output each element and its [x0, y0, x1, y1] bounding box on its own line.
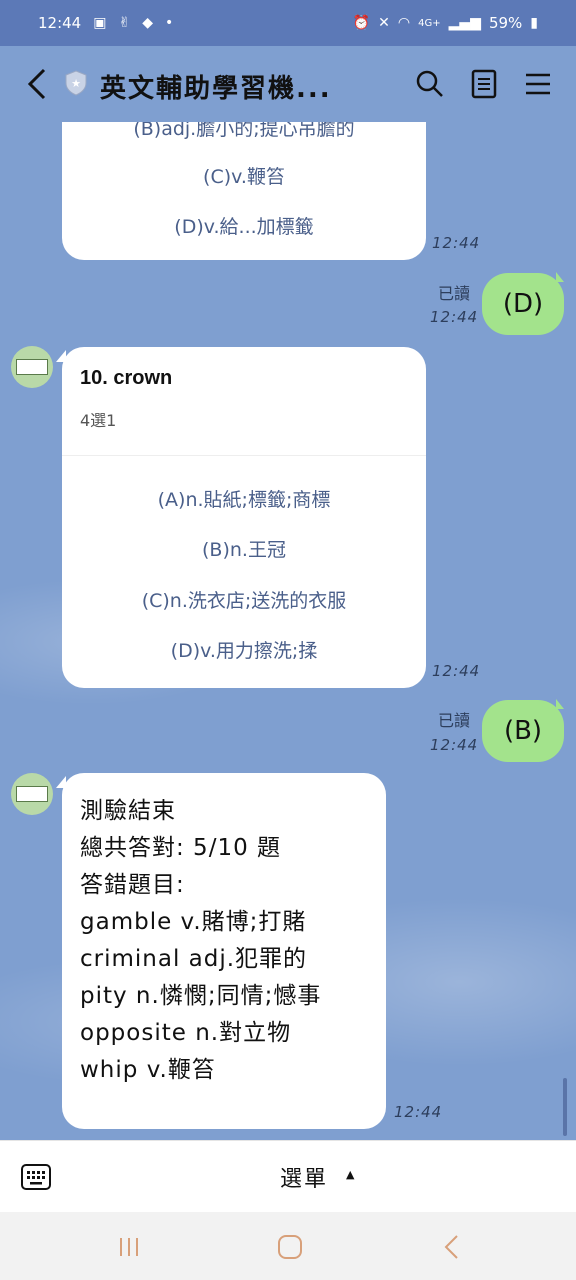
result-line: 總共答對: 5/10 題 — [80, 835, 282, 861]
notification-icon: ✌ — [118, 15, 131, 31]
keyboard-icon[interactable] — [20, 1161, 52, 1193]
option-c-button[interactable]: (C)n.洗衣店;送洗的衣服 — [62, 586, 426, 613]
scrollbar[interactable] — [563, 1078, 567, 1136]
status-bar: 12:44 ▣ ✌ ◆ • ⏰ ✕ ◠ 4G+ ▂▄▆ 59% ▮ — [0, 0, 576, 46]
back-icon[interactable] — [26, 66, 50, 102]
chat-header: ★ 英文輔助學習機... — [0, 46, 576, 122]
bot-avatar[interactable] — [11, 773, 53, 815]
option-button[interactable]: (D)v.給...加標籤 — [62, 212, 426, 239]
question-subtitle: 4選1 — [80, 411, 117, 430]
previous-question-bubble: (B)adj.膽小的;提心吊膽的 (C)v.鞭笞 (D)v.給...加標籤 — [62, 122, 426, 260]
option-b-button[interactable]: (B)n.王冠 — [62, 535, 426, 562]
result-line: pity n.憐憫;同情;憾事 — [80, 983, 322, 1009]
home-icon[interactable] — [275, 1232, 305, 1262]
signal-icon: ▂▄▆ — [448, 15, 481, 31]
user-reply-bubble: (B) — [482, 700, 564, 762]
battery-icon: ▮ — [530, 15, 538, 31]
read-receipt: 已讀 — [438, 284, 471, 303]
alarm-icon: ⏰ — [352, 15, 371, 31]
message-time: 12:44 — [430, 736, 479, 754]
network-label: 4G+ — [418, 17, 441, 29]
back-nav-icon[interactable] — [437, 1232, 467, 1262]
bubble-tail — [556, 272, 564, 282]
app-icon: ◆ — [142, 15, 153, 31]
message-time: 12:44 — [394, 1103, 443, 1121]
search-icon[interactable] — [414, 68, 446, 100]
option-d-button[interactable]: (D)v.用力擦洗;揉 — [62, 636, 426, 663]
question-title: 10. crown — [80, 367, 173, 389]
status-time: 12:44 — [38, 14, 82, 32]
divider — [62, 455, 426, 456]
caret-up-icon: ▲ — [346, 1168, 355, 1181]
gallery-icon: ▣ — [93, 15, 107, 31]
result-line: criminal adj.犯罪的 — [80, 946, 308, 972]
result-bubble: 測驗結束 總共答對: 5/10 題 答錯題目: gamble v.賭博;打賭 c… — [62, 773, 386, 1129]
result-line: gamble v.賭博;打賭 — [80, 909, 307, 935]
message-time: 12:44 — [430, 308, 479, 326]
bubble-tail — [556, 699, 564, 709]
question-bubble: 10. crown 4選1 (A)n.貼紙;標籤;商標 (B)n.王冠 (C)n… — [62, 347, 426, 688]
option-button[interactable]: (B)adj.膽小的;提心吊膽的 — [62, 122, 426, 141]
system-nav-bar — [0, 1212, 576, 1280]
shield-icon: ★ — [65, 70, 87, 96]
chat-area[interactable]: (B)adj.膽小的;提心吊膽的 (C)v.鞭笞 (D)v.給...加標籤 12… — [0, 122, 576, 1140]
result-line: 答錯題目: — [80, 872, 185, 898]
input-bar: 選單 ▲ — [0, 1140, 576, 1212]
notes-icon[interactable] — [468, 68, 500, 100]
wifi-icon: ◠ — [397, 15, 411, 31]
mute-icon: ✕ — [378, 15, 390, 31]
result-line: whip v.鞭笞 — [80, 1057, 216, 1083]
message-time: 12:44 — [432, 662, 481, 680]
message-time: 12:44 — [432, 234, 481, 252]
recent-apps-icon[interactable] — [114, 1232, 144, 1262]
menu-icon[interactable] — [522, 68, 554, 100]
user-reply-bubble: (D) — [482, 273, 564, 335]
result-line: 測驗結束 — [80, 798, 176, 824]
chat-title[interactable]: 英文輔助學習機... — [100, 68, 332, 105]
result-line: opposite n.對立物 — [80, 1020, 292, 1046]
read-receipt: 已讀 — [438, 711, 471, 730]
dot-icon: • — [164, 15, 174, 31]
svg-text:★: ★ — [71, 77, 81, 90]
menu-toggle-button[interactable]: 選單 — [280, 1161, 328, 1193]
option-a-button[interactable]: (A)n.貼紙;標籤;商標 — [62, 485, 426, 512]
battery-label: 59% — [488, 14, 523, 32]
bot-avatar[interactable] — [11, 346, 53, 388]
option-button[interactable]: (C)v.鞭笞 — [62, 162, 426, 189]
